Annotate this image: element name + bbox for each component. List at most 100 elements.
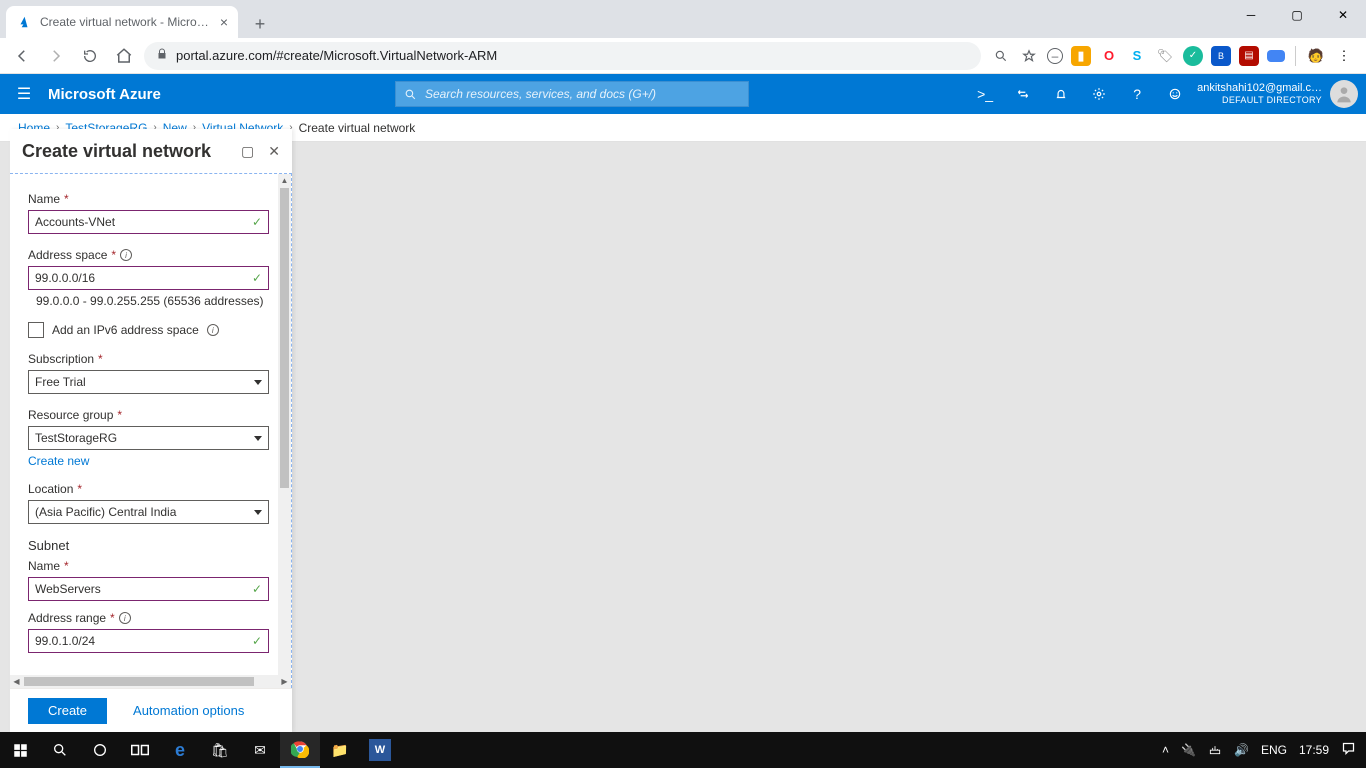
address-space-hint: 99.0.0.0 - 99.0.255.255 (65536 addresses… [28, 290, 269, 308]
language-indicator[interactable]: ENG [1261, 743, 1287, 757]
scroll-left-icon[interactable]: ◀ [10, 675, 23, 688]
name-input[interactable]: Accounts-VNet ✓ [28, 210, 269, 234]
task-view-icon[interactable] [120, 732, 160, 768]
extension-icons: – ▮ O S 🏷 ✓ B ▤ 🧑 ⋮ [987, 46, 1358, 66]
back-button[interactable] [8, 42, 36, 70]
automation-options-link[interactable]: Automation options [133, 703, 244, 718]
star-icon[interactable] [1019, 46, 1039, 66]
resource-group-label: Resource group* [28, 408, 269, 422]
menu-icon[interactable]: ⋮ [1334, 46, 1354, 66]
account-email: ankitshahi102@gmail.c… [1197, 82, 1322, 96]
volume-icon[interactable]: 🔊 [1234, 743, 1249, 757]
address-space-input[interactable]: 99.0.0.0/16 ✓ [28, 266, 269, 290]
browser-tab[interactable]: Create virtual network - Microsoft × [6, 6, 238, 38]
menu-toggle-icon[interactable]: ☰ [0, 84, 48, 104]
forward-button[interactable] [42, 42, 70, 70]
file-explorer-icon[interactable]: 📁 [320, 732, 360, 768]
ext-pdf-icon[interactable]: ▤ [1239, 46, 1259, 66]
blade-title: Create virtual network [22, 141, 211, 162]
form-area: Name* Accounts-VNet ✓ Address space*i 99… [28, 192, 269, 674]
blade-header: Create virtual network ▢ ✕ [10, 129, 292, 173]
ext-green-icon[interactable]: ✓ [1183, 46, 1203, 66]
clock[interactable]: 17:59 [1299, 743, 1329, 757]
check-icon: ✓ [252, 634, 262, 648]
directory-switch-icon[interactable] [1013, 84, 1033, 104]
create-button[interactable]: Create [28, 698, 107, 724]
azure-header: ☰ Microsoft Azure Search resources, serv… [0, 74, 1366, 114]
edge-icon[interactable]: e [160, 732, 200, 768]
extension-separator [1295, 46, 1296, 66]
ext-bar-icon[interactable]: ▮ [1071, 46, 1091, 66]
info-icon[interactable]: i [120, 249, 132, 261]
ext-minus-icon[interactable]: – [1047, 48, 1063, 64]
blade-body: ▲ ▼ Name* Accounts-VNet ✓ Address space*… [10, 173, 292, 688]
hscroll-thumb[interactable] [24, 677, 254, 686]
home-button[interactable] [110, 42, 138, 70]
vertical-scrollbar[interactable]: ▲ ▼ [278, 174, 291, 688]
word-icon[interactable]: W [369, 739, 391, 761]
mail-icon[interactable]: ✉ [240, 732, 280, 768]
ext-tag-icon[interactable]: 🏷 [1155, 46, 1175, 66]
close-blade-icon[interactable]: ✕ [268, 143, 280, 160]
notifications-icon[interactable] [1051, 84, 1071, 104]
subscription-label: Subscription* [28, 352, 269, 366]
search-taskbar-icon[interactable] [40, 732, 80, 768]
chevron-down-icon [254, 436, 262, 441]
profile-avatar-icon[interactable]: 🧑 [1306, 46, 1326, 66]
maximize-blade-icon[interactable]: ▢ [241, 143, 254, 160]
tab-close-icon[interactable]: × [220, 14, 228, 30]
ext-blue-b-icon[interactable]: B [1211, 46, 1231, 66]
window-minimize-icon[interactable]: ─ [1228, 0, 1274, 30]
location-label: Location* [28, 482, 269, 496]
ipv6-checkbox-row[interactable]: Add an IPv6 address space i [28, 322, 269, 338]
ext-opera-icon[interactable]: O [1099, 46, 1119, 66]
check-icon: ✓ [252, 215, 262, 229]
cortana-icon[interactable] [80, 732, 120, 768]
address-bar[interactable]: portal.azure.com/#create/Microsoft.Virtu… [144, 42, 981, 70]
name-label: Name* [28, 192, 269, 206]
subscription-select[interactable]: Free Trial [28, 370, 269, 394]
cloud-shell-icon[interactable]: >_ [975, 84, 995, 104]
brand-label[interactable]: Microsoft Azure [48, 86, 181, 103]
info-icon[interactable]: i [119, 612, 131, 624]
blade-footer: Create Automation options [10, 688, 292, 732]
scroll-up-icon[interactable]: ▲ [278, 174, 291, 187]
feedback-icon[interactable] [1165, 84, 1185, 104]
window-controls: ─ ▢ ✕ [1228, 0, 1366, 30]
start-button[interactable] [0, 732, 40, 768]
new-tab-button[interactable]: + [246, 10, 274, 38]
store-icon[interactable]: 🛍 [200, 732, 240, 768]
scroll-right-icon[interactable]: ▶ [278, 675, 291, 688]
horizontal-scrollbar[interactable]: ◀ ▶ [10, 675, 291, 688]
create-new-link[interactable]: Create new [28, 450, 269, 468]
reload-button[interactable] [76, 42, 104, 70]
help-icon[interactable]: ? [1127, 84, 1147, 104]
scroll-thumb[interactable] [280, 188, 289, 488]
account-avatar-icon[interactable] [1330, 80, 1358, 108]
info-icon[interactable]: i [207, 324, 219, 336]
battery-icon[interactable]: 🔌 [1181, 743, 1196, 757]
tray-overflow-icon[interactable]: ˄ [1162, 743, 1169, 757]
check-icon: ✓ [252, 582, 262, 596]
subnet-name-input[interactable]: WebServers ✓ [28, 577, 269, 601]
action-center-icon[interactable] [1341, 741, 1356, 759]
chevron-down-icon [254, 510, 262, 515]
window-close-icon[interactable]: ✕ [1320, 0, 1366, 30]
address-range-input[interactable]: 99.0.1.0/24 ✓ [28, 629, 269, 653]
settings-gear-icon[interactable] [1089, 84, 1109, 104]
ext-card-icon[interactable] [1267, 50, 1285, 62]
resource-group-select[interactable]: TestStorageRG [28, 426, 269, 450]
checkbox-icon[interactable] [28, 322, 44, 338]
account-info[interactable]: ankitshahi102@gmail.c… DEFAULT DIRECTORY [1197, 82, 1330, 107]
wifi-icon[interactable] [1208, 742, 1222, 759]
browser-titlebar: Create virtual network - Microsoft × + ─… [0, 0, 1366, 38]
zoom-icon[interactable] [991, 46, 1011, 66]
window-maximize-icon[interactable]: ▢ [1274, 0, 1320, 30]
ext-skype-icon[interactable]: S [1127, 46, 1147, 66]
location-select[interactable]: (Asia Pacific) Central India [28, 500, 269, 524]
chrome-icon[interactable] [280, 732, 320, 768]
subnet-section-heading: Subnet [28, 538, 269, 553]
global-search-input[interactable]: Search resources, services, and docs (G+… [395, 81, 749, 107]
address-range-label: Address range*i [28, 611, 269, 625]
browser-toolbar: portal.azure.com/#create/Microsoft.Virtu… [0, 38, 1366, 74]
